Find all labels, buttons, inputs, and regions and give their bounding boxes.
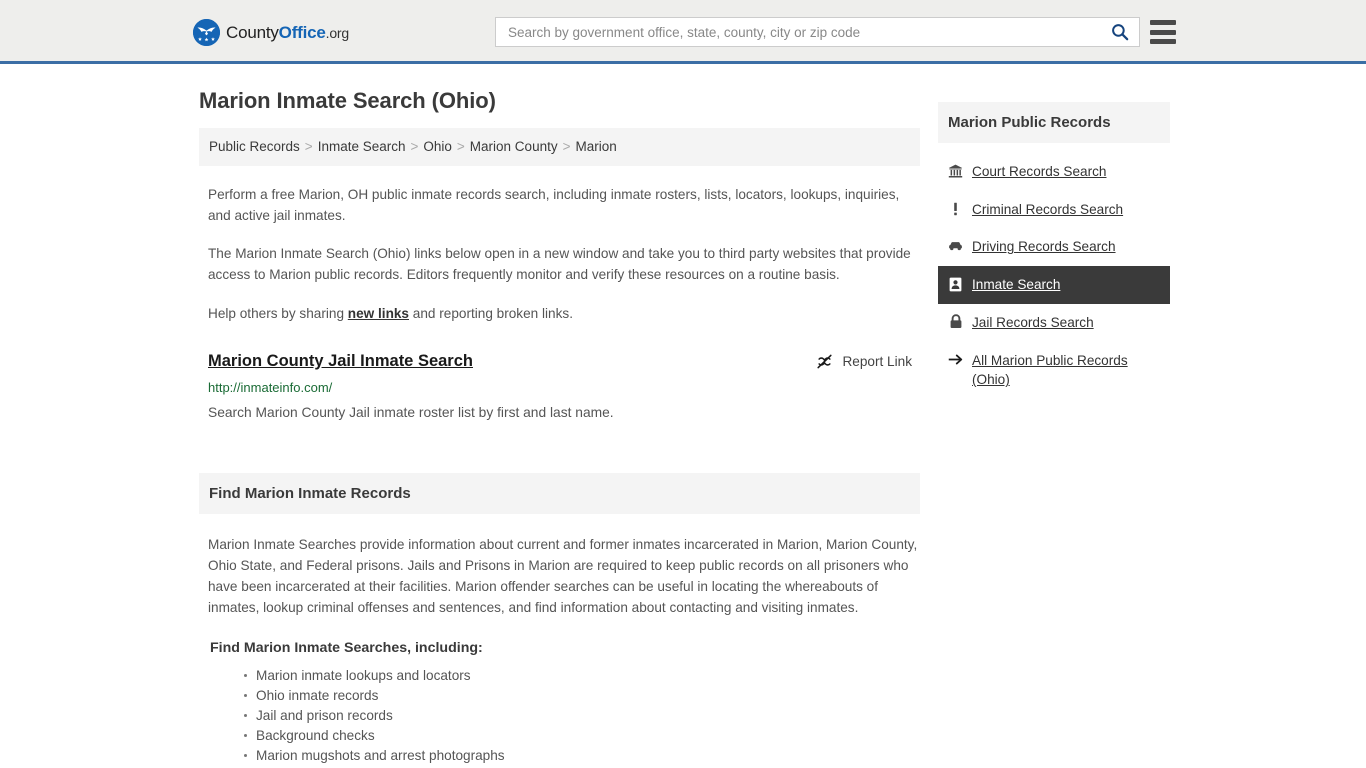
search-bar bbox=[495, 17, 1140, 47]
breadcrumb-item-inmate-search[interactable]: Inmate Search bbox=[318, 139, 406, 154]
hamburger-bar bbox=[1150, 20, 1176, 25]
report-link-label: Report Link bbox=[842, 353, 912, 369]
hamburger-bar bbox=[1150, 29, 1176, 35]
search-input[interactable] bbox=[496, 18, 1101, 46]
sidebar: Marion Public Records Court Records Sear… bbox=[938, 102, 1170, 399]
hamburger-menu-icon[interactable] bbox=[1150, 20, 1176, 44]
sidebar-item-criminal-records[interactable]: Criminal Records Search bbox=[938, 191, 1170, 229]
site-logo-text: CountyOffice.org bbox=[226, 23, 349, 43]
car-icon bbox=[948, 238, 963, 254]
arrow-right-icon bbox=[948, 352, 963, 368]
sidebar-item-driving-records[interactable]: Driving Records Search bbox=[938, 228, 1170, 266]
report-link-button[interactable]: Report Link bbox=[816, 353, 920, 370]
breadcrumb-separator: > bbox=[562, 139, 571, 154]
list-item: Marion mugshots and arrest photographs bbox=[244, 746, 920, 766]
intro-paragraph-2: The Marion Inmate Search (Ohio) links be… bbox=[208, 246, 911, 283]
result-url: http://inmateinfo.com/ bbox=[208, 380, 333, 396]
intro-p3-after: and reporting broken links. bbox=[409, 305, 573, 321]
breadcrumb-separator: > bbox=[304, 139, 313, 154]
intro-paragraph-1: Perform a free Marion, OH public inmate … bbox=[208, 187, 900, 224]
list-item: Jail and prison records bbox=[244, 706, 920, 726]
hamburger-bar bbox=[1150, 39, 1176, 44]
sidebar-item-court-records[interactable]: Court Records Search bbox=[938, 153, 1170, 191]
breadcrumb-separator: > bbox=[456, 139, 465, 154]
sidebar-item-inmate-search[interactable]: Inmate Search bbox=[938, 266, 1170, 304]
intro-paragraph-3: Help others by sharing new links and rep… bbox=[199, 303, 920, 324]
section-paragraph: Marion Inmate Searches provide informati… bbox=[208, 536, 918, 615]
page-title: Marion Inmate Search (Ohio) bbox=[199, 88, 496, 113]
site-header: CountyOffice.org bbox=[0, 0, 1366, 64]
breadcrumb-item-public-records[interactable]: Public Records bbox=[209, 139, 300, 154]
broken-link-icon bbox=[816, 353, 833, 370]
sidebar-item-all-public-records[interactable]: All Marion Public Records (Ohio) bbox=[938, 342, 1170, 399]
list-item: Background checks bbox=[244, 726, 920, 746]
list-item: Marion inmate lookups and locators bbox=[244, 666, 920, 686]
new-links-link[interactable]: new links bbox=[348, 306, 409, 321]
sidebar-item-label: Inmate Search bbox=[972, 277, 1061, 293]
list-item: Ohio inmate records bbox=[244, 686, 920, 706]
sidebar-title: Marion Public Records bbox=[938, 102, 1170, 143]
breadcrumb-item-marion-county[interactable]: Marion County bbox=[470, 139, 558, 154]
sidebar-item-label: All Marion Public Records (Ohio) bbox=[972, 352, 1128, 388]
result-entry: Marion County Jail Inmate Search Report … bbox=[199, 352, 920, 423]
intro-text: Perform a free Marion, OH public inmate … bbox=[199, 184, 920, 323]
logo-text-office: Office bbox=[278, 22, 326, 42]
exclamation-icon bbox=[948, 201, 963, 217]
content-container: Marion Inmate Search (Ohio) Public Recor… bbox=[190, 64, 1176, 768]
result-title-link[interactable]: Marion County Jail Inmate Search bbox=[208, 352, 473, 372]
result-description: Search Marion County Jail inmate roster … bbox=[208, 404, 614, 420]
sidebar-item-label: Criminal Records Search bbox=[972, 201, 1124, 217]
sidebar-item-label: Jail Records Search bbox=[972, 314, 1094, 330]
breadcrumb: Public Records > Inmate Search > Ohio > Marion… bbox=[199, 128, 920, 167]
section-body: Marion Inmate Searches provide informati… bbox=[199, 534, 920, 768]
id-card-icon bbox=[948, 276, 963, 292]
lock-icon bbox=[948, 314, 963, 330]
sidebar-list: Court Records Search Criminal Records Se… bbox=[938, 143, 1170, 399]
sidebar-item-label: Court Records Search bbox=[972, 164, 1107, 179]
breadcrumb-item-ohio[interactable]: Ohio bbox=[423, 139, 452, 154]
result-header-row: Marion County Jail Inmate Search Report … bbox=[208, 352, 920, 372]
section-heading: Find Marion Inmate Records bbox=[199, 472, 920, 514]
logo-text-county: County bbox=[226, 22, 279, 42]
breadcrumb-item-marion: Marion bbox=[575, 139, 617, 154]
sidebar-item-label: Driving Records Search bbox=[972, 239, 1116, 255]
intro-p3-before: Help others by sharing bbox=[208, 305, 348, 321]
inmate-search-list: Marion inmate lookups and locators Ohio … bbox=[208, 666, 920, 768]
search-button[interactable] bbox=[1101, 18, 1139, 46]
section-list-heading: Find Marion Inmate Searches, including: bbox=[210, 639, 483, 656]
page-body: Marion Inmate Search (Ohio) Public Recor… bbox=[0, 64, 1366, 768]
breadcrumb-separator: > bbox=[410, 139, 419, 154]
eagle-seal-icon bbox=[193, 19, 220, 46]
logo-text-org: .org bbox=[325, 24, 350, 41]
main-column: Marion Inmate Search (Ohio) Public Recor… bbox=[199, 64, 920, 768]
site-logo[interactable]: CountyOffice.org bbox=[193, 19, 349, 46]
courthouse-icon bbox=[948, 163, 963, 179]
sidebar-item-jail-records[interactable]: Jail Records Search bbox=[938, 304, 1170, 342]
search-icon bbox=[1111, 23, 1129, 41]
